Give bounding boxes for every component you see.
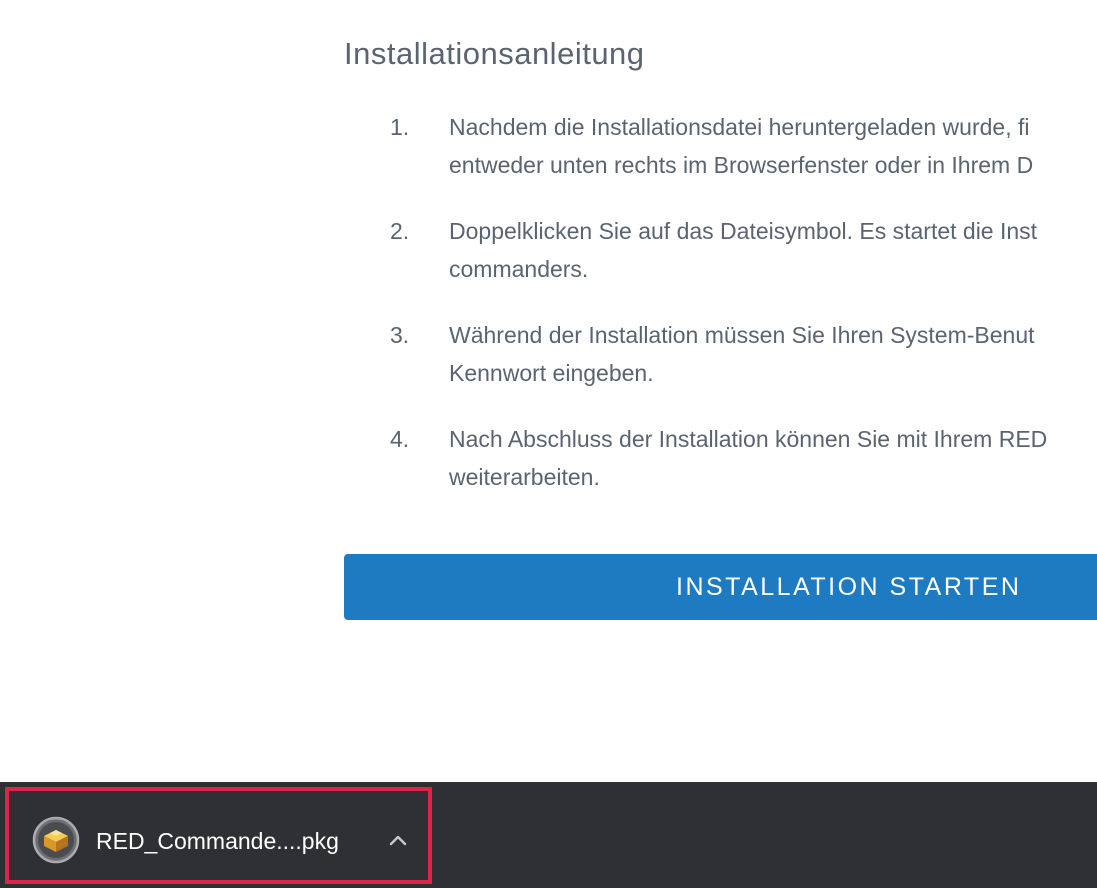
page-title: Installationsanleitung bbox=[344, 36, 645, 71]
step-number: 4. bbox=[390, 426, 410, 452]
instruction-step-2: 2. Doppelklicken Sie auf das Dateisymbol… bbox=[344, 212, 1097, 316]
step-number: 3. bbox=[390, 322, 410, 348]
step-text: Nachdem die Installationsdatei herunterg… bbox=[449, 114, 1034, 178]
start-installation-button[interactable]: INSTALLATION STARTEN bbox=[344, 554, 1097, 620]
instruction-step-4: 4. Nach Abschluss der Installation könne… bbox=[344, 420, 1097, 524]
step-number: 1. bbox=[390, 114, 410, 140]
download-shelf: RED_Commande....pkg bbox=[0, 782, 1097, 888]
package-installer-icon bbox=[32, 816, 80, 864]
instruction-step-1: 1. Nachdem die Installationsdatei herunt… bbox=[344, 108, 1097, 212]
step-text: Doppelklicken Sie auf das Dateisymbol. E… bbox=[449, 218, 1038, 282]
step-text: Nach Abschluss der Installation können S… bbox=[449, 426, 1048, 490]
step-number: 2. bbox=[390, 218, 410, 244]
download-filename: RED_Commande....pkg bbox=[96, 828, 339, 854]
chevron-up-icon[interactable] bbox=[386, 829, 410, 853]
download-item[interactable]: RED_Commande....pkg bbox=[5, 787, 432, 884]
step-text: Während der Installation müssen Sie Ihre… bbox=[449, 322, 1035, 386]
instruction-list: 1. Nachdem die Installationsdatei herunt… bbox=[344, 108, 1097, 524]
instruction-step-3: 3. Während der Installation müssen Sie I… bbox=[344, 316, 1097, 420]
